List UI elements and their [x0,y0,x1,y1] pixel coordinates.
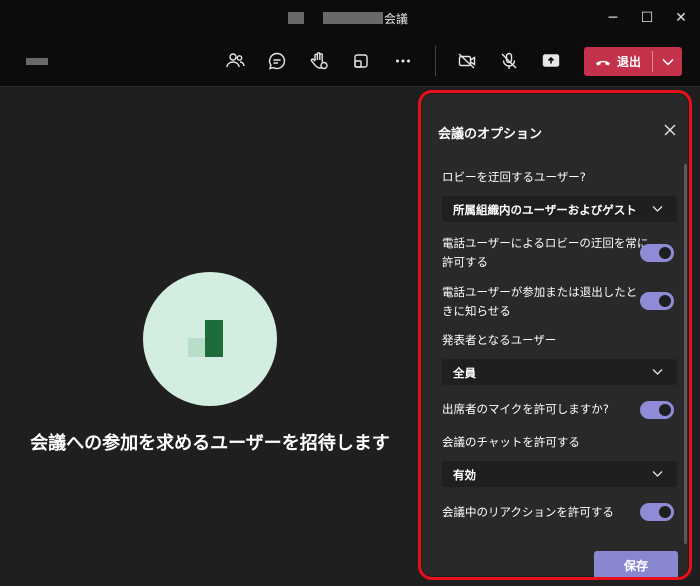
close-window-icon[interactable]: ✕ [664,0,698,36]
redacted-meeting-time [26,58,48,65]
meeting-toolbar: 退出 [0,36,700,87]
avatar-graphic-dark [205,320,223,357]
leave-options-button[interactable] [654,47,682,76]
more-options-icon[interactable] [390,48,416,74]
camera-off-icon[interactable] [454,48,480,74]
hang-up-icon [595,60,610,65]
maximize-icon[interactable]: ☐ [630,0,664,36]
leave-separator [652,51,653,72]
title-bar: 会議 ─ ☐ ✕ [0,0,700,36]
leave-label: 退出 [616,55,641,69]
panel-highlight-frame [418,90,692,580]
redacted-title-part [323,12,383,24]
chevron-down-icon [662,58,674,66]
window-title: 会議 [384,12,409,26]
redacted-title-part [288,12,304,24]
participants-icon[interactable] [222,48,248,74]
view-icon[interactable] [348,48,374,74]
minimize-icon[interactable]: ─ [596,0,630,36]
chat-icon[interactable] [264,48,290,74]
mic-off-icon[interactable] [496,48,522,74]
leave-button[interactable]: 退出 [584,47,682,76]
toolbar-divider [435,46,436,76]
raise-hand-icon[interactable] [306,48,332,74]
meeting-avatar [143,272,277,406]
invite-prompt: 会議への参加を求めるユーザーを招待します [30,433,390,454]
share-screen-icon[interactable] [538,48,564,74]
leave-main-button[interactable]: 退出 [584,47,652,76]
